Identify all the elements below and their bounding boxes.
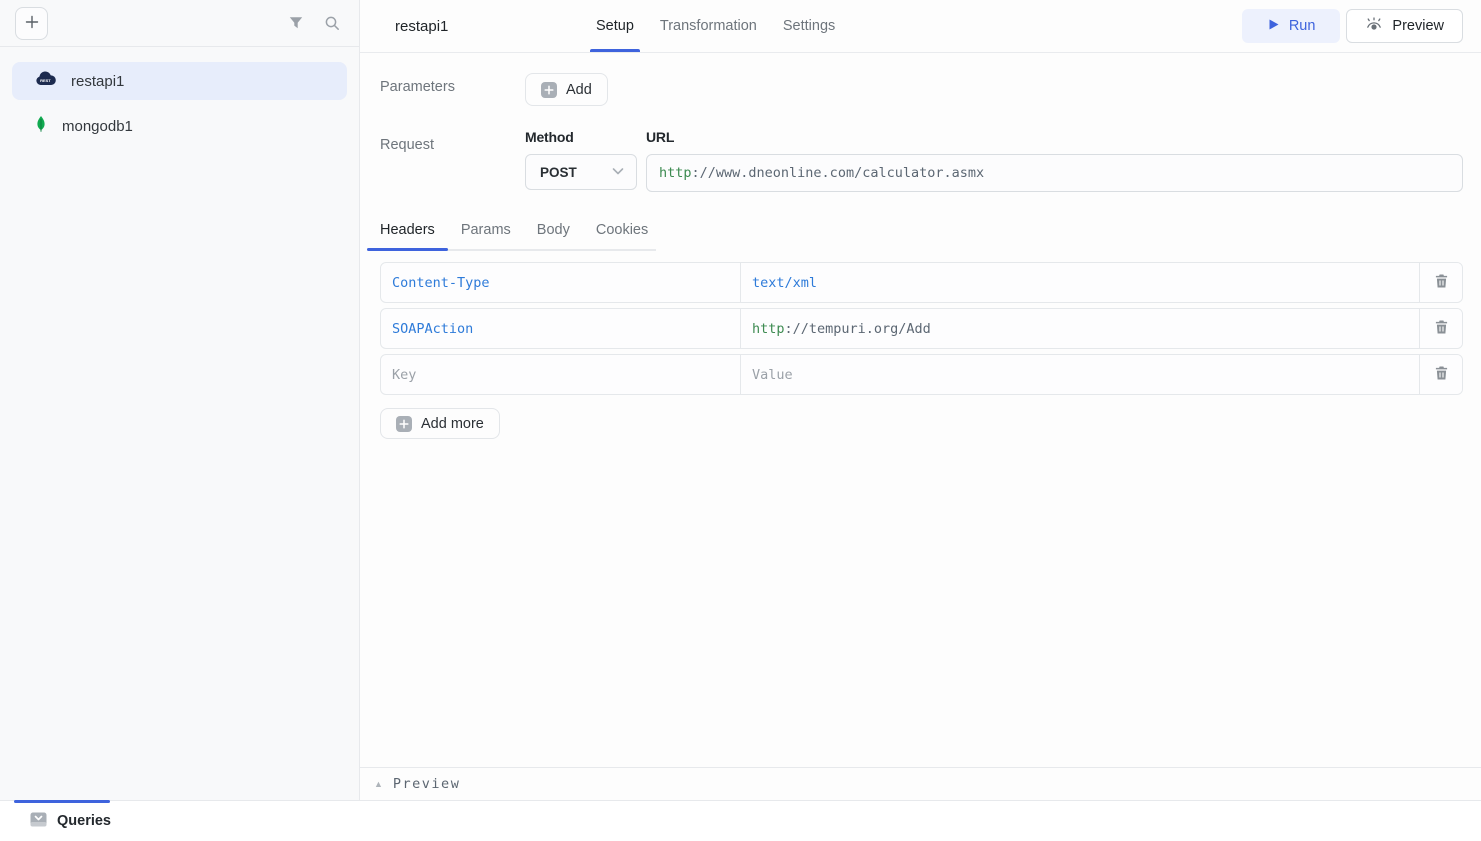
sidebar-header xyxy=(0,0,359,47)
tab-setup[interactable]: Setup xyxy=(596,0,634,52)
delete-row-button[interactable] xyxy=(1420,263,1462,302)
request-row: Request Method POST URL http: xyxy=(380,129,1463,192)
caret-up-icon: ▲ xyxy=(374,780,383,789)
svg-text:REST: REST xyxy=(40,78,51,83)
active-tab-indicator xyxy=(14,800,110,803)
subtab-params[interactable]: Params xyxy=(461,222,511,249)
url-label: URL xyxy=(646,129,1463,145)
subtab-body[interactable]: Body xyxy=(537,222,570,249)
parameters-row: Parameters Add xyxy=(380,71,1463,106)
header-key-input[interactable]: SOAPAction xyxy=(381,309,741,348)
add-more-button[interactable]: Add more xyxy=(380,408,500,439)
run-button[interactable]: Run xyxy=(1242,9,1341,43)
preview-panel-label: Preview xyxy=(393,776,460,792)
play-icon xyxy=(1267,18,1280,35)
query-header: restapi1 Setup Transformation Settings R… xyxy=(360,0,1481,53)
delete-row-button[interactable] xyxy=(1420,309,1462,348)
subtab-headers[interactable]: Headers xyxy=(380,222,435,249)
plus-icon xyxy=(24,14,40,33)
delete-row-button[interactable] xyxy=(1420,355,1462,394)
preview-button[interactable]: Preview xyxy=(1346,9,1463,43)
method-label: Method xyxy=(525,129,646,145)
plus-square-icon xyxy=(541,82,557,98)
tab-transformation[interactable]: Transformation xyxy=(660,0,757,52)
chevron-down-icon xyxy=(610,163,626,182)
eye-icon xyxy=(1365,17,1383,36)
trash-icon xyxy=(1434,319,1449,338)
trash-icon xyxy=(1434,273,1449,292)
header-row: Content-Type text/xml xyxy=(380,262,1463,303)
search-icon[interactable] xyxy=(320,11,344,35)
query-list: REST restapi1 mongodb1 xyxy=(0,47,359,160)
parameters-label: Parameters xyxy=(380,71,525,106)
header-row: Key Value xyxy=(380,354,1463,395)
filter-icon[interactable] xyxy=(284,11,308,35)
headers-table: Content-Type text/xml SOAPAction http://… xyxy=(380,262,1463,395)
app-window: REST restapi1 mongodb1 restapi1 Setup Tr xyxy=(0,0,1481,841)
queries-icon xyxy=(30,812,47,831)
query-editor: restapi1 Setup Transformation Settings R… xyxy=(360,0,1481,800)
sidebar-item-restapi1[interactable]: REST restapi1 xyxy=(12,62,347,100)
query-sidebar: REST restapi1 mongodb1 xyxy=(0,0,360,800)
request-label: Request xyxy=(380,129,525,192)
trash-icon xyxy=(1434,365,1449,384)
mongodb-icon xyxy=(34,115,48,137)
queries-tab-label: Queries xyxy=(57,813,111,829)
request-subtabs: Headers Params Body Cookies xyxy=(380,222,656,251)
sidebar-item-mongodb1[interactable]: mongodb1 xyxy=(12,107,347,145)
add-query-button[interactable] xyxy=(15,7,48,40)
rest-api-icon: REST xyxy=(34,71,57,91)
header-value-input[interactable]: text/xml xyxy=(741,263,1420,302)
url-input[interactable]: http://www.dneonline.com/calculator.asmx xyxy=(646,154,1463,192)
header-row: SOAPAction http://tempuri.org/Add xyxy=(380,308,1463,349)
bottom-bar: Queries xyxy=(0,800,1481,841)
header-value-input[interactable]: Value xyxy=(741,355,1420,394)
add-parameter-button[interactable]: Add xyxy=(525,73,608,106)
header-key-input[interactable]: Content-Type xyxy=(381,263,741,302)
subtab-cookies[interactable]: Cookies xyxy=(596,222,648,249)
preview-panel-toggle[interactable]: ▲ Preview xyxy=(360,767,1481,800)
sidebar-item-label: restapi1 xyxy=(71,73,124,90)
editor-tabs: Setup Transformation Settings xyxy=(596,0,835,52)
sidebar-item-label: mongodb1 xyxy=(62,118,133,135)
queries-tab[interactable]: Queries xyxy=(0,812,111,831)
header-value-input[interactable]: http://tempuri.org/Add xyxy=(741,309,1420,348)
query-title: restapi1 xyxy=(395,18,596,35)
header-key-input[interactable]: Key xyxy=(381,355,741,394)
method-value: POST xyxy=(540,165,577,180)
setup-panel: Parameters Add Request Method POST xyxy=(360,53,1481,767)
method-select[interactable]: POST xyxy=(525,154,637,190)
url-scheme: http xyxy=(659,165,692,181)
plus-square-icon xyxy=(396,416,412,432)
tab-settings[interactable]: Settings xyxy=(783,0,835,52)
url-rest: ://www.dneonline.com/calculator.asmx xyxy=(692,165,985,181)
